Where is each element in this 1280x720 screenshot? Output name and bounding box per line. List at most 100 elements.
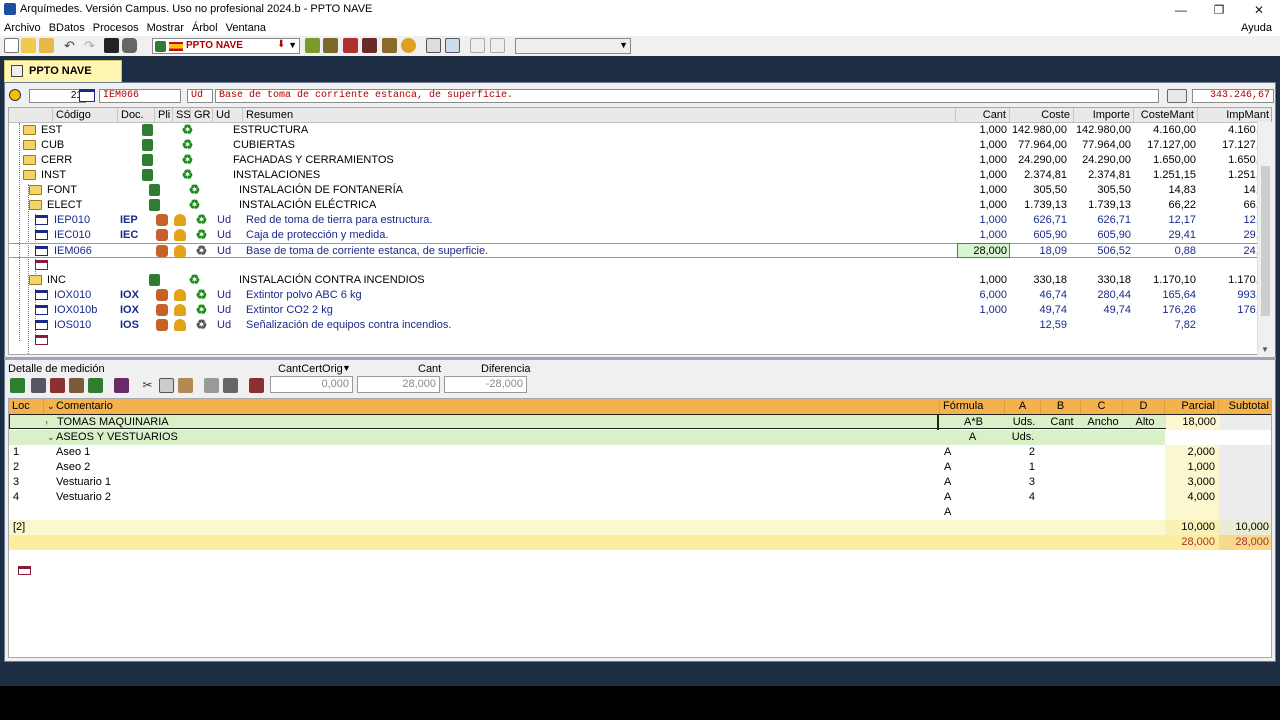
new-item-icon[interactable]	[35, 335, 48, 345]
recycle-icon[interactable]: ♻	[195, 213, 208, 227]
undo-icon[interactable]: ↶	[64, 38, 79, 53]
tree-row[interactable]: INC ♻ INSTALACIÓN CONTRA INCENDIOS 1,000…	[9, 273, 1271, 288]
calculate-icon[interactable]	[1167, 89, 1187, 103]
specification-icon[interactable]	[156, 289, 168, 301]
row-doc[interactable]: IOS	[120, 318, 139, 333]
tree-row[interactable]: ELECT ♻ INSTALACIÓN ELÉCTRICA 1,000 1.73…	[9, 198, 1271, 213]
concept-summary[interactable]: Base de toma de corriente estanca, de su…	[215, 89, 1159, 103]
line-a[interactable]: 2	[1005, 445, 1035, 460]
tree-move-icon[interactable]	[323, 38, 338, 53]
open-recent-icon[interactable]	[39, 38, 54, 53]
recycle-icon[interactable]: ♻	[195, 244, 208, 258]
tree-row[interactable]: FONT ♻ INSTALACIÓN DE FONTANERÍA 1,000 3…	[9, 183, 1271, 198]
row-doc[interactable]: IOX	[120, 288, 139, 303]
safety-icon[interactable]	[174, 229, 186, 241]
panel-splitter[interactable]	[4, 357, 1276, 360]
redo-icon[interactable]: ↷	[84, 38, 99, 53]
col-d[interactable]: D	[1123, 399, 1165, 414]
col-loc[interactable]: Loc	[9, 399, 44, 414]
recycle-icon[interactable]: ♻	[195, 318, 208, 332]
col-ss[interactable]: SS	[173, 108, 191, 123]
document-icon[interactable]	[149, 274, 160, 286]
col-subtotal[interactable]: Subtotal	[1219, 399, 1271, 414]
line-a[interactable]: 1	[1005, 460, 1035, 475]
line-formula[interactable]: A	[944, 505, 951, 520]
recycle-icon[interactable]: ♻	[181, 138, 194, 152]
tree-insert-icon[interactable]	[305, 38, 320, 53]
new-file-icon[interactable]	[4, 38, 19, 53]
unit-icon[interactable]	[79, 89, 95, 102]
tree-row-new[interactable]	[9, 258, 1259, 273]
safety-icon[interactable]	[174, 214, 186, 226]
menu-mostrar[interactable]: Mostrar	[143, 20, 188, 36]
line-comment[interactable]: Vestuario 1	[56, 475, 111, 490]
insert-line-icon[interactable]	[10, 378, 25, 393]
line-a[interactable]: 4	[1005, 490, 1035, 505]
chevron-down-icon[interactable]: ▼	[288, 40, 297, 50]
recycle-icon[interactable]: ♻	[181, 123, 194, 137]
col-b[interactable]: B	[1041, 399, 1081, 414]
specification-icon[interactable]	[156, 229, 168, 241]
col-resumen[interactable]: Resumen	[243, 108, 956, 123]
tree-row[interactable]: CERR ♻ FACHADAS Y CERRAMIENTOS 1,000 24.…	[9, 153, 1271, 168]
row-doc[interactable]: IEC	[120, 228, 138, 243]
col-c[interactable]: C	[1081, 399, 1123, 414]
print-detail-icon[interactable]	[223, 378, 238, 393]
measurement-line[interactable]: 1 Aseo 1 A 2 2,000	[9, 445, 1271, 460]
col-costemant[interactable]: CosteMant	[1134, 108, 1198, 123]
col-codigo[interactable]: Código	[53, 108, 118, 123]
concept-number[interactable]: 21	[29, 89, 86, 103]
specification-icon[interactable]	[156, 304, 168, 316]
cantcertorig-label[interactable]: CantCertOrig	[278, 363, 343, 375]
copy-format-icon[interactable]	[204, 378, 219, 393]
col-doc[interactable]: Doc.	[118, 108, 155, 123]
menu-archivo[interactable]: Archivo	[0, 20, 45, 36]
scroll-down-icon[interactable]: ▼	[1261, 345, 1269, 354]
delete-line-icon[interactable]	[31, 378, 46, 393]
concept-code[interactable]: IEM066	[99, 89, 181, 103]
concept-icon[interactable]	[9, 89, 21, 101]
tree-row[interactable]: IOX010 IOX ♻ Ud Extintor polvo ABC 6 kg …	[9, 288, 1271, 303]
budget-selector[interactable]: PPTO NAVE ⬇ ▼	[152, 38, 300, 54]
copy-line-icon[interactable]	[69, 378, 84, 393]
recycle-icon[interactable]: ♻	[181, 168, 194, 182]
document-icon[interactable]	[149, 199, 160, 211]
calendar-icon[interactable]	[249, 378, 264, 393]
copy-icon[interactable]	[159, 378, 174, 393]
col-formula[interactable]: Fórmula	[940, 399, 1005, 414]
document-icon[interactable]	[142, 124, 153, 136]
recycle-icon[interactable]: ♻	[188, 198, 201, 212]
document-icon[interactable]	[149, 184, 160, 196]
spreadsheet-icon[interactable]	[88, 378, 103, 393]
close-button[interactable]: ✕	[1240, 0, 1278, 20]
tree-row[interactable]: IOX010b IOX ♻ Ud Extintor CO2 2 kg 1,000…	[9, 303, 1271, 318]
tab-ppto-nave[interactable]: PPTO NAVE	[4, 60, 122, 82]
row-cant-editing[interactable]: 28,000	[957, 243, 1010, 258]
line-formula[interactable]: A	[944, 475, 951, 490]
col-importe[interactable]: Importe	[1074, 108, 1134, 123]
col-coste[interactable]: Coste	[1010, 108, 1074, 123]
tree-row[interactable]: INST ♻ INSTALACIONES 1,000 2.374,81 2.37…	[9, 168, 1271, 183]
menu-procesos[interactable]: Procesos	[89, 20, 143, 36]
document-icon[interactable]	[142, 139, 153, 151]
chevron-down-icon[interactable]: ⌄	[47, 399, 55, 414]
measurement-line[interactable]: 3 Vestuario 1 A 3 3,000	[9, 475, 1271, 490]
line-formula[interactable]: A	[944, 490, 951, 505]
line-formula[interactable]: A	[944, 460, 951, 475]
save-icon[interactable]	[104, 38, 119, 53]
chevron-down-icon[interactable]: ▼	[342, 363, 351, 373]
line-a[interactable]: 3	[1005, 475, 1035, 490]
col-ud[interactable]: Ud	[213, 108, 243, 123]
measurement-line-new[interactable]: A	[9, 505, 1271, 520]
specification-icon[interactable]	[156, 214, 168, 226]
tree-row[interactable]: EST ♻ ESTRUCTURA 1,000 142.980,00 142.98…	[9, 123, 1271, 138]
specification-icon[interactable]	[156, 319, 168, 331]
tree-row-new[interactable]	[9, 333, 1259, 348]
tree-collapse-icon[interactable]	[445, 38, 460, 53]
col-impmant[interactable]: ImpMant	[1198, 108, 1271, 123]
menu-ventana[interactable]: Ventana	[222, 20, 270, 36]
tree-row[interactable]: CUB ♻ CUBIERTAS 1,000 77.964,00 77.964,0…	[9, 138, 1271, 153]
safety-icon[interactable]	[174, 245, 186, 257]
safety-icon[interactable]	[174, 319, 186, 331]
safety-icon[interactable]	[174, 289, 186, 301]
